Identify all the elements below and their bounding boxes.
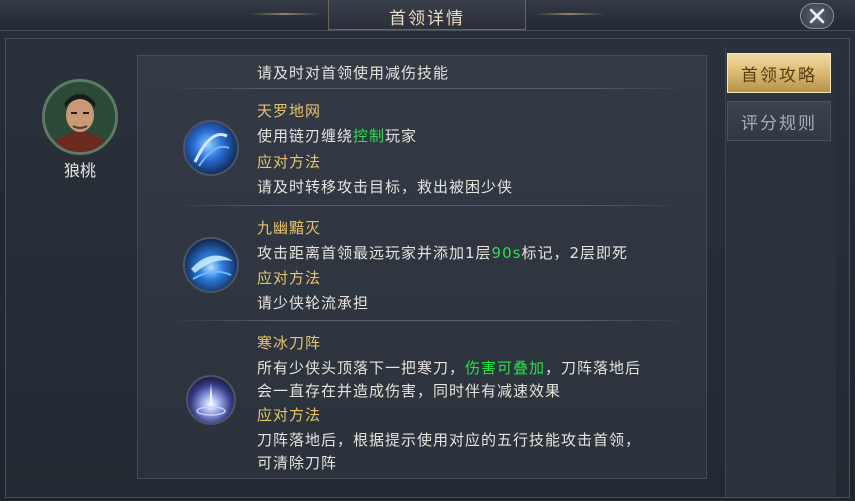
skill-description: 攻击距离首领最远玩家并添加1层90s标记，2层即死 [257,244,628,262]
divider [168,320,688,321]
skill-name: 九幽黯灭 [257,219,322,237]
divider [168,205,688,206]
tab-scoring-rules[interactable]: 评分规则 [727,101,831,141]
title-bar: 首领详情 [0,0,855,31]
divider [168,88,688,89]
boss-avatar [42,79,118,155]
tab-boss-strategy[interactable]: 首领攻略 [727,53,831,93]
window-title: 首领详情 [389,9,465,29]
method-label: 应对方法 [257,269,322,287]
skill-name: 寒冰刀阵 [257,334,322,352]
title-plate: 首领详情 [328,0,526,30]
title-ornament-right [535,13,605,15]
blue-blade-skill-icon [183,237,239,293]
top-partial-text: 请及时对首领使用减伤技能 [257,64,450,82]
method-text: 请少侠轮流承担 [257,294,370,312]
blue-swirl-skill-icon [183,120,239,176]
ice-blade-array-skill-icon [186,375,236,425]
method-text: 刀阵落地后，根据提示使用对应的五行技能攻击首领， [257,431,642,449]
skill-description: 所有少侠头顶落下一把寒刀，伤害可叠加，刀阵落地后 [257,359,642,377]
boss-detail-window: 首领详情 狼桃 首领攻略 评分规则 请及时对首领使用减伤技能 天罗地网 使用链刃… [0,0,855,501]
boss-portrait-icon [45,82,115,152]
method-label: 应对方法 [257,153,322,171]
method-text: 请及时转移攻击目标，救出被困少侠 [257,178,514,196]
skill-description: 使用链刃缠绕控制玩家 [257,127,418,145]
close-icon [809,8,825,24]
method-label: 应对方法 [257,406,322,424]
skill-name: 天罗地网 [257,102,322,120]
title-ornament-left [250,13,320,15]
boss-name: 狼桃 [63,161,96,180]
method-text-line2: 可清除刀阵 [257,454,338,472]
close-button[interactable] [798,2,836,30]
skill-description-line2: 会一直存在并造成伤害，同时伴有减速效果 [257,382,562,400]
